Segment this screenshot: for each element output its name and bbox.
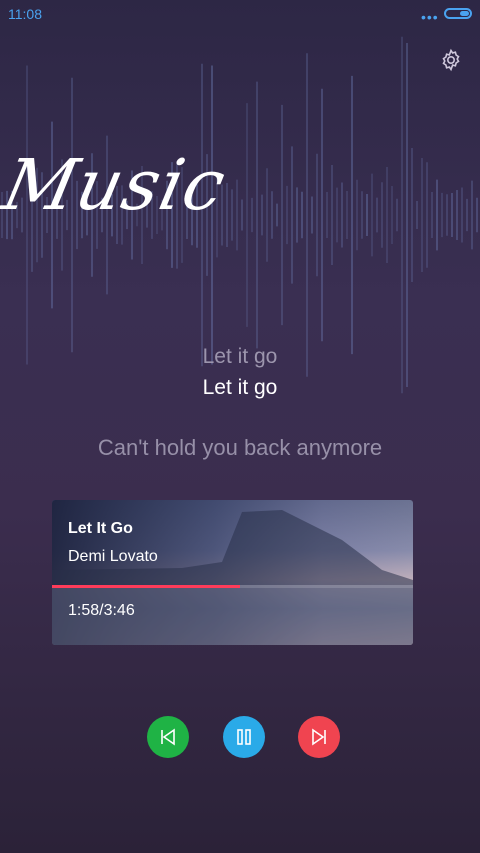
app-title: Music xyxy=(0,144,233,226)
song-artist: Demi Lovato xyxy=(68,548,158,565)
pause-button[interactable] xyxy=(223,716,265,758)
song-time: 1:58/3:46 xyxy=(68,602,135,619)
lyric-previous-line: Let it go xyxy=(202,345,278,368)
status-indicator-dots: ••• xyxy=(421,9,439,25)
lyric-next-line: Can't hold you back anymore xyxy=(97,435,383,460)
lyric-current-line: Let it go xyxy=(202,376,278,399)
song-title: Let It Go xyxy=(68,520,133,537)
progress-fill xyxy=(52,585,240,588)
status-bar: 11:08 ••• xyxy=(0,0,480,28)
skip-next-icon xyxy=(312,728,326,746)
battery-icon xyxy=(444,8,472,19)
skip-previous-icon xyxy=(161,728,175,746)
progress-bar[interactable] xyxy=(52,585,413,588)
next-button[interactable] xyxy=(298,716,340,758)
status-clock: 11:08 xyxy=(8,6,42,22)
now-playing-card[interactable]: Let It Go Demi Lovato 1:58/3:46 xyxy=(52,500,413,645)
previous-button[interactable] xyxy=(147,716,189,758)
pause-icon xyxy=(237,729,251,745)
